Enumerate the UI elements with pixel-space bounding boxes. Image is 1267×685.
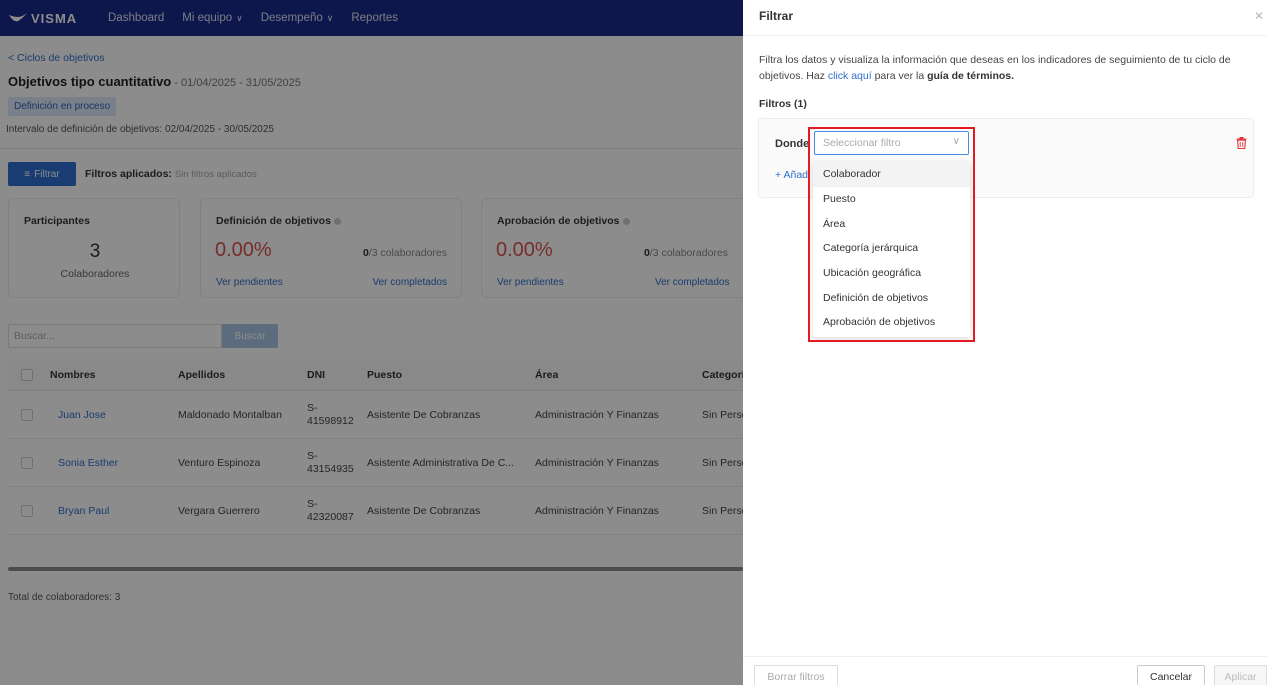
desc-text: para ver la [871, 70, 928, 82]
guide-link[interactable]: click aquí [828, 70, 872, 82]
drawer-description: Filtra los datos y visualiza la informac… [759, 52, 1255, 84]
divider [743, 35, 1267, 36]
drawer-title: Filtrar [759, 9, 794, 23]
cancel-button[interactable]: Cancelar [1137, 665, 1205, 685]
add-filter-link[interactable]: + Añadir filtro [775, 169, 810, 181]
apply-button[interactable]: Aplicar [1214, 665, 1267, 685]
filters-count: Filtros (1) [759, 98, 807, 110]
clear-filters-button[interactable]: Borrar filtros [754, 665, 838, 685]
divider [743, 656, 1267, 657]
donde-label: Donde [775, 138, 810, 150]
desc-bold: guía de términos. [927, 70, 1015, 82]
modal-backdrop[interactable] [0, 0, 743, 685]
close-icon[interactable]: ✕ [1254, 9, 1264, 23]
filter-drawer: Filtrar ✕ Filtra los datos y visualiza l… [743, 0, 1267, 685]
trash-icon[interactable] [1236, 137, 1247, 149]
highlight-box [808, 127, 975, 342]
